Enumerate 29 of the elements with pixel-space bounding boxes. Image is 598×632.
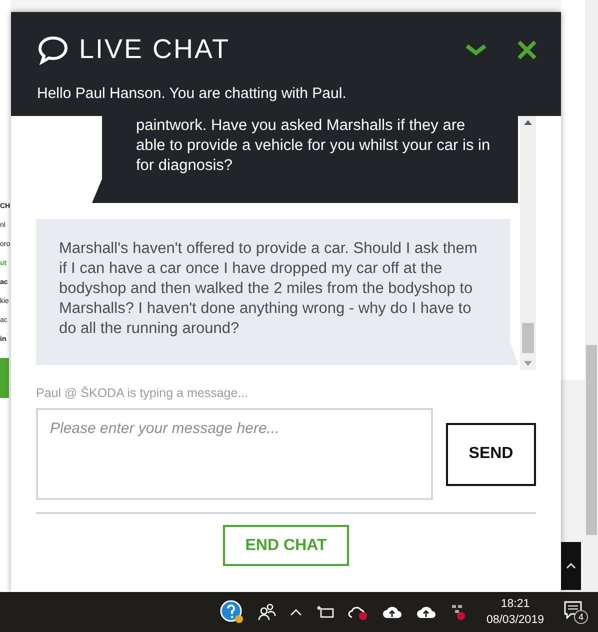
chevron-down-icon — [465, 44, 487, 56]
scroll-up-icon[interactable] — [524, 120, 532, 125]
page-scrollbar[interactable] — [585, 0, 598, 592]
message-field[interactable]: Please enter your message here... — [36, 408, 433, 500]
message-icon — [564, 600, 582, 618]
user-message: Marshall's haven't offered to provide a car. Should I ask them if I can have a car once I have dropped my car off at the bodyshop and then walked the 2 miles from the bodyshop to Marshalls? I haven't done anything wrong - why do I have to do all the running around? — [36, 219, 518, 365]
notifications-button[interactable]: 4 — [564, 600, 588, 624]
chevron-up-icon[interactable] — [290, 608, 302, 616]
chat-title: LIVE CHAT — [79, 34, 232, 65]
help-icon[interactable] — [220, 600, 244, 624]
chevron-up-icon — [566, 563, 576, 569]
cloud-upload-icon[interactable] — [382, 605, 402, 619]
cloud-icon[interactable] — [348, 604, 368, 620]
scrollbar[interactable] — [520, 116, 536, 370]
network-error-icon[interactable] — [450, 604, 466, 620]
close-button[interactable] — [517, 40, 537, 60]
send-button[interactable]: SEND — [446, 422, 536, 486]
greeting-text: Hello Paul Hanson. You are chatting with Paul. — [37, 85, 348, 102]
typing-status: Paul @ ŠKODA is typing a message... — [36, 386, 250, 400]
agent-message: paintwork. Have you asked Marshalls if they are able to provide a vehicle for you whilst your car is in for diagnosis? — [92, 116, 518, 203]
notification-count: 4 — [574, 610, 588, 624]
close-icon — [517, 40, 537, 60]
back-to-top-button[interactable] — [561, 542, 581, 590]
people-icon[interactable] — [258, 603, 276, 621]
clock[interactable]: 18:21 08/03/2019 — [486, 596, 544, 628]
minimize-button[interactable] — [465, 44, 487, 56]
cloud-upload-icon[interactable] — [416, 605, 436, 619]
scrollbar-thumb[interactable] — [522, 323, 534, 353]
speech-bubble-icon — [37, 34, 69, 64]
